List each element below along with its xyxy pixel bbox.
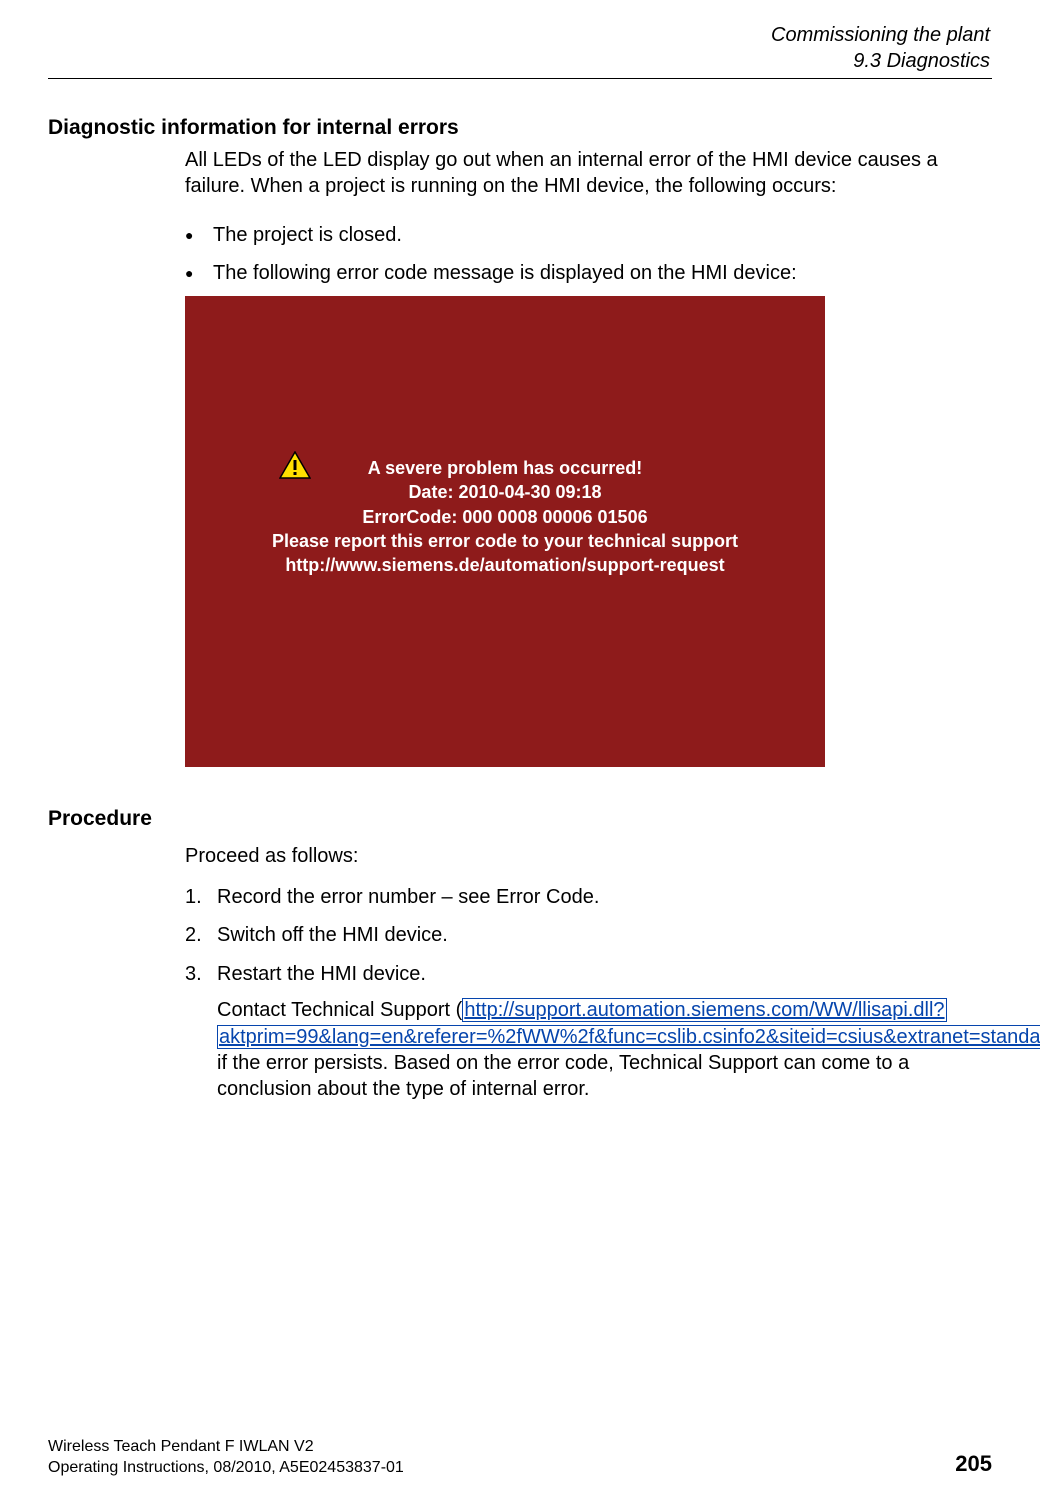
page-number: 205 [955,1450,992,1479]
chapter-title: Commissioning the plant [771,22,990,48]
error-line: http://www.siemens.de/automation/support… [185,553,825,577]
step-text: Restart the HMI device. [217,963,426,985]
error-line: ErrorCode: 000 0008 00006 01506 [185,505,825,529]
contact-support-block: Contact Technical Support (http://suppor… [217,997,990,1103]
error-message-block: A severe problem has occurred! Date: 201… [185,456,825,577]
hmi-error-screenshot: A severe problem has occurred! Date: 201… [185,296,825,767]
diagnostic-bullets: The project is closed. The following err… [185,210,990,287]
list-item: The following error code message is disp… [185,260,990,286]
procedure-steps: Record the error number – see Error Code… [185,872,990,1103]
contact-prefix: Contact Technical Support ( [217,999,462,1021]
procedure-intro: Proceed as follows: [185,843,990,869]
document-page: Commissioning the plant 9.3 Diagnostics … [0,0,1040,1509]
list-item: The project is closed. [185,222,990,248]
list-item: Restart the HMI device. Contact Technica… [185,961,990,1103]
footer-docinfo: Operating Instructions, 08/2010, A5E0245… [48,1458,404,1479]
section-title: 9.3 Diagnostics [771,48,990,74]
step-text: Switch off the HMI device. [217,924,448,946]
error-line: Please report this error code to your te… [185,529,825,553]
list-item: Record the error number – see Error Code… [185,884,990,910]
bullet-text: The project is closed. [213,224,402,246]
error-line: Date: 2010-04-30 09:18 [185,480,825,504]
page-footer: Wireless Teach Pendant F IWLAN V2 Operat… [48,1437,992,1479]
footer-product: Wireless Teach Pendant F IWLAN V2 [48,1437,404,1458]
footer-left: Wireless Teach Pendant F IWLAN V2 Operat… [48,1437,404,1479]
diagnostic-intro: All LEDs of the LED display go out when … [185,147,990,200]
header-rule [48,78,992,79]
error-line: A severe problem has occurred! [185,456,825,480]
list-item: Switch off the HMI device. [185,922,990,948]
bullet-text: The following error code message is disp… [213,262,797,284]
heading-diagnostic-info: Diagnostic information for internal erro… [48,116,459,140]
step-text: Record the error number – see Error Code… [217,886,599,908]
running-header: Commissioning the plant 9.3 Diagnostics [771,22,990,74]
heading-procedure: Procedure [48,807,152,831]
